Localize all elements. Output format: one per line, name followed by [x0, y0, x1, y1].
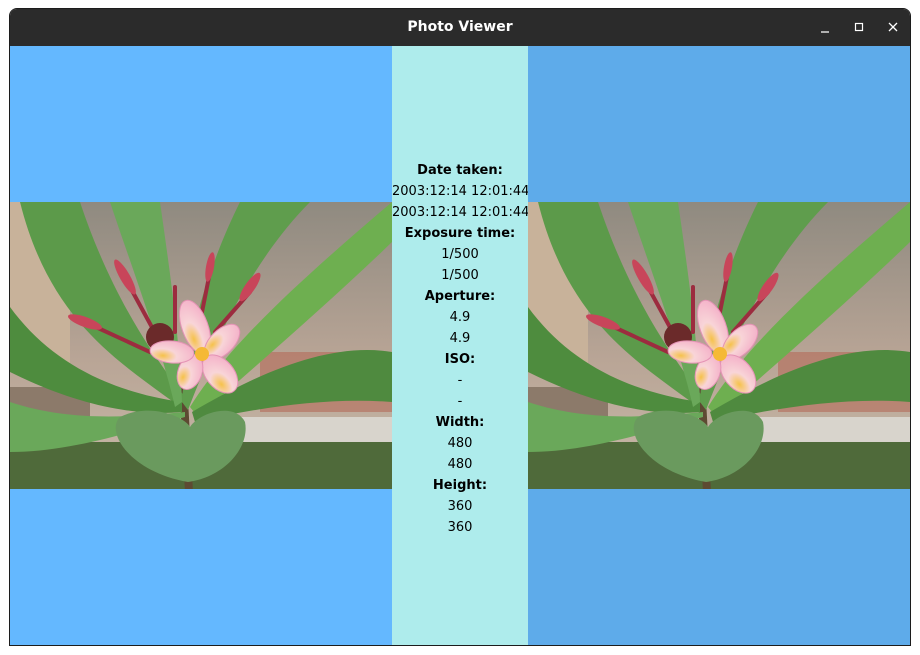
iso-label: ISO: — [444, 352, 476, 367]
photo-viewer-window: Photo Viewer Date taken: 2003:12:14 12:0… — [9, 8, 911, 646]
date-taken-left-value: 2003:12:14 12:01:44 — [392, 184, 530, 199]
metadata-pane: Date taken: 2003:12:14 12:01:44 2003:12:… — [392, 46, 530, 645]
aperture-right-value: 4.9 — [449, 331, 471, 346]
flower-photo-image — [528, 202, 910, 489]
flower-photo-image — [10, 202, 392, 489]
width-left-value: 480 — [447, 436, 473, 451]
close-button[interactable] — [881, 15, 905, 39]
left-photo-pane — [10, 46, 392, 645]
iso-left-value: - — [457, 373, 463, 388]
date-taken-right-value: 2003:12:14 12:01:44 — [392, 205, 530, 220]
minimize-button[interactable] — [813, 15, 837, 39]
iso-right-value: - — [457, 394, 463, 409]
aperture-label: Aperture: — [424, 289, 496, 304]
aperture-left-value: 4.9 — [449, 310, 471, 325]
width-right-value: 480 — [447, 457, 473, 472]
exposure-time-label: Exposure time: — [404, 226, 516, 241]
window-title: Photo Viewer — [407, 19, 513, 35]
viewer-content: Date taken: 2003:12:14 12:01:44 2003:12:… — [10, 46, 910, 645]
height-right-value: 360 — [447, 520, 473, 535]
title-bar[interactable]: Photo Viewer — [10, 9, 910, 46]
width-label: Width: — [435, 415, 485, 430]
exposure-time-left-value: 1/500 — [441, 247, 479, 262]
right-photo-pane — [528, 46, 910, 645]
right-photo[interactable] — [528, 202, 910, 489]
minimize-icon — [821, 31, 829, 33]
maximize-button[interactable] — [847, 15, 871, 39]
metadata-list: Date taken: 2003:12:14 12:01:44 2003:12:… — [392, 160, 530, 538]
date-taken-label: Date taken: — [417, 163, 503, 178]
height-left-value: 360 — [447, 499, 473, 514]
maximize-icon — [854, 22, 864, 32]
height-label: Height: — [432, 478, 488, 493]
exposure-time-right-value: 1/500 — [441, 268, 479, 283]
close-icon — [888, 22, 898, 32]
left-photo[interactable] — [10, 202, 392, 489]
